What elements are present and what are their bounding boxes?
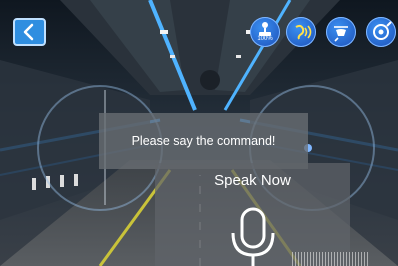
gesture-control-icon: [334, 26, 348, 42]
command-prompt-toast: Please say the command!: [99, 113, 308, 169]
settings-button[interactable]: [366, 17, 396, 47]
gravity-percent-label: 100%: [257, 36, 273, 42]
microphone-icon[interactable]: [228, 207, 278, 266]
voice-control-icon: [295, 24, 312, 40]
chevron-left-icon: [23, 23, 34, 41]
joystick-gravity-button[interactable]: 100%: [250, 17, 280, 47]
back-button[interactable]: [13, 18, 46, 46]
joystick-icon: [259, 22, 271, 36]
command-prompt-message: Please say the command!: [131, 134, 276, 148]
voice-input-panel: Speak Now: [155, 163, 350, 266]
settings-icon: [373, 21, 392, 40]
speak-now-label: Speak Now: [214, 172, 291, 189]
voice-control-button[interactable]: [286, 17, 316, 47]
audio-level-meter: [292, 252, 370, 266]
gesture-control-button[interactable]: [326, 17, 356, 47]
